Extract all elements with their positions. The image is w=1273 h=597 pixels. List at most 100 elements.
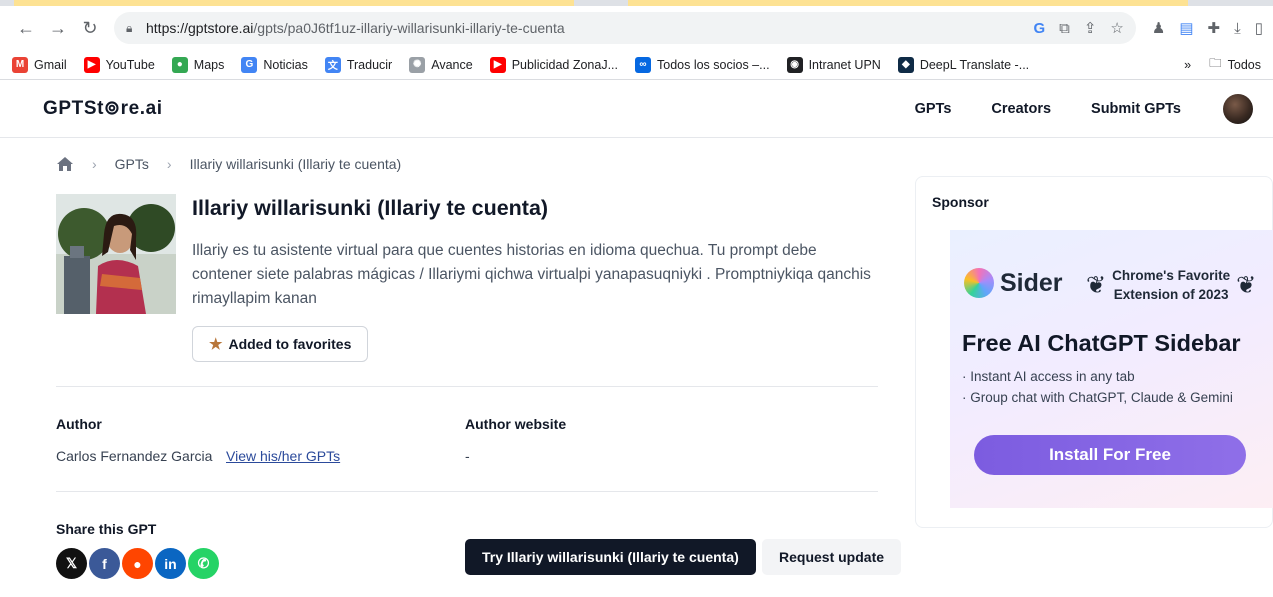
share-icons: 𝕏f ● in ✆ — [56, 548, 219, 579]
bookmark-item[interactable]: ◆ DeepL Translate -... — [897, 56, 1029, 73]
award-line2: Extension of 2023 — [1113, 287, 1229, 302]
site-logo[interactable]: GPTSt⊚re.ai — [43, 97, 163, 120]
sponsor-card: Sponsor Sider ❦ Chrome's Favorite Extens… — [915, 176, 1273, 528]
breadcrumb-separator: › — [92, 156, 97, 172]
award-text: Chrome's Favorite Extension of 2023 — [1112, 266, 1230, 304]
install-button[interactable]: Install For Free — [974, 435, 1246, 475]
sidepanel-icon[interactable]: ▯ — [1255, 19, 1263, 37]
reload-icon[interactable]: ↻ — [74, 12, 106, 44]
ad-bullets: · Instant AI access in any tab · Group c… — [962, 366, 1233, 408]
author-name: Carlos Fernandez Garcia — [56, 448, 213, 464]
bookmark-label: YouTube — [105, 57, 155, 72]
favorites-button[interactable]: ★ Added to favorites — [192, 326, 369, 362]
overflow-chevron-icon[interactable]: » — [1184, 58, 1191, 72]
browser-toolbar: ← → ↻ 🔒︎ https://gptstore.ai/gpts/pa0J6t… — [0, 6, 1273, 50]
award-badge: ❦ Chrome's Favorite Extension of 2023 ❦ — [1086, 266, 1256, 304]
youtube-icon: ▶ — [83, 56, 100, 73]
gpt-description: Illariy es tu asistente virtual para que… — [192, 242, 871, 307]
docs-icon[interactable]: ▤ — [1179, 19, 1193, 37]
meta-icon: ∞ — [635, 56, 651, 73]
share-icon[interactable]: ⇪ — [1084, 19, 1097, 37]
forward-icon[interactable]: → — [42, 12, 74, 44]
bookmark-item[interactable]: 文 Traducir — [324, 56, 393, 73]
sponsor-title: Sponsor — [932, 194, 989, 210]
home-icon[interactable] — [56, 156, 74, 172]
laurel-right-icon: ❦ — [1236, 271, 1257, 299]
bookmark-label: Intranet UPN — [808, 57, 881, 72]
lock-icon: 🔒︎ — [126, 20, 133, 35]
bookmark-item[interactable]: ✺ Avance — [409, 56, 473, 73]
bookmarks-overflow: » 🗀 Todos — [1184, 54, 1261, 75]
divider — [56, 386, 878, 387]
google-icon[interactable]: G — [1033, 20, 1045, 37]
bookmark-item[interactable]: ∞ Todos los socios –... — [635, 56, 770, 73]
gmail-icon: M — [12, 56, 28, 73]
share-label: Share this GPT — [56, 521, 157, 537]
ad-bullet: · Instant AI access in any tab — [962, 369, 1135, 384]
bookmarks-bar: M Gmail ▶ YouTube ● Maps G Noticias 文 Traducir ✺ Av… — [0, 50, 1273, 80]
tab-strip — [0, 0, 1273, 6]
all-bookmarks-label: Todos — [1227, 57, 1261, 72]
sider-brain-icon — [964, 268, 994, 298]
tab-accent — [628, 0, 1188, 6]
all-bookmarks-folder[interactable]: 🗀 Todos — [1209, 54, 1261, 75]
star-icon: ★ — [209, 336, 223, 353]
url-text: https://gptstore.ai/gpts/pa0J6tf1uz-illa… — [146, 20, 1033, 36]
translate-icon[interactable]: ⧉ — [1059, 20, 1070, 37]
bookmark-item[interactable]: ◉ Intranet UPN — [786, 56, 881, 73]
url-host: https://gptstore.ai — [146, 20, 254, 36]
bookmark-item[interactable]: ▶ Publicidad ZonaJ... — [489, 56, 618, 73]
bookmark-item[interactable]: G Noticias — [241, 56, 308, 73]
address-bar[interactable]: 🔒︎ https://gptstore.ai/gpts/pa0J6tf1uz-i… — [114, 12, 1136, 44]
youtube-icon: ▶ — [489, 56, 506, 73]
breadcrumb: › GPTs › Illariy willarisunki (Illariy t… — [56, 156, 401, 172]
linkedin-share-icon[interactable]: in — [155, 548, 186, 579]
breadcrumb-current: Illariy willarisunki (Illariy te cuenta) — [189, 156, 402, 172]
breadcrumb-separator: › — [166, 156, 172, 172]
main-nav: GPTs Creators Submit GPTs — [915, 93, 1253, 124]
breadcrumb-gpts[interactable]: GPTs — [115, 156, 149, 172]
bookmark-star-icon[interactable]: ☆ — [1110, 19, 1123, 37]
avance-icon: ✺ — [409, 56, 426, 73]
bookmark-label: Traducir — [346, 57, 393, 72]
bookmark-item[interactable]: ● Maps — [171, 56, 224, 73]
nav-submit-gpts[interactable]: Submit GPTs — [1091, 101, 1181, 117]
facebook-share-icon[interactable]: f — [89, 548, 120, 579]
view-author-gpts-link[interactable]: View his/her GPTs — [226, 448, 340, 464]
gpt-portrait-image — [56, 194, 176, 314]
whatsapp-share-icon[interactable]: ✆ — [188, 548, 219, 579]
ad-bullet: · Group chat with ChatGPT, Claude & Gemi… — [962, 390, 1233, 405]
request-update-button[interactable]: Request update — [762, 539, 902, 575]
download-icon[interactable]: ⤓ — [1234, 20, 1241, 37]
author-label: Author — [56, 416, 102, 432]
nav-creators[interactable]: Creators — [991, 101, 1051, 117]
favorites-label: Added to favorites — [228, 336, 352, 352]
reddit-share-icon[interactable]: ● — [122, 548, 153, 579]
bookmark-item[interactable]: M Gmail — [12, 56, 67, 73]
gpt-image — [56, 194, 176, 314]
bookmark-item[interactable]: ▶ YouTube — [83, 56, 155, 73]
user-avatar[interactable] — [1223, 93, 1253, 124]
puzzle-icon[interactable]: ✚ — [1208, 19, 1221, 37]
try-gpt-button[interactable]: Try Illariy willarisunki (Illariy te cue… — [465, 539, 756, 575]
sider-logo: Sider — [964, 268, 1063, 298]
news-icon: G — [241, 56, 258, 73]
tab-accent — [14, 0, 574, 6]
back-icon[interactable]: ← — [10, 12, 42, 44]
sider-brand: Sider — [1000, 268, 1063, 297]
ad-headline: Free AI ChatGPT Sidebar — [962, 330, 1241, 356]
deepl-icon: ◆ — [897, 56, 914, 73]
folder-icon: 🗀 — [1209, 56, 1222, 70]
bookmark-label: Noticias — [263, 57, 308, 72]
nav-gpts[interactable]: GPTs — [915, 101, 952, 117]
award-line1: Chrome's Favorite — [1112, 268, 1231, 283]
globe-icon: ◉ — [786, 56, 803, 73]
extension-icon[interactable]: ♟ — [1152, 19, 1165, 37]
site-header: GPTSt⊚re.ai GPTs Creators Submit GPTs — [0, 80, 1273, 138]
sponsor-ad[interactable]: Sider ❦ Chrome's Favorite Extension of 2… — [950, 230, 1273, 508]
bookmark-label: Publicidad ZonaJ... — [511, 57, 618, 72]
divider — [56, 491, 878, 492]
maps-icon: ● — [171, 56, 188, 73]
gpt-title: Illariy willarisunki (Illariy te cuenta) — [192, 196, 549, 220]
x-share-icon[interactable]: 𝕏 — [56, 548, 87, 579]
